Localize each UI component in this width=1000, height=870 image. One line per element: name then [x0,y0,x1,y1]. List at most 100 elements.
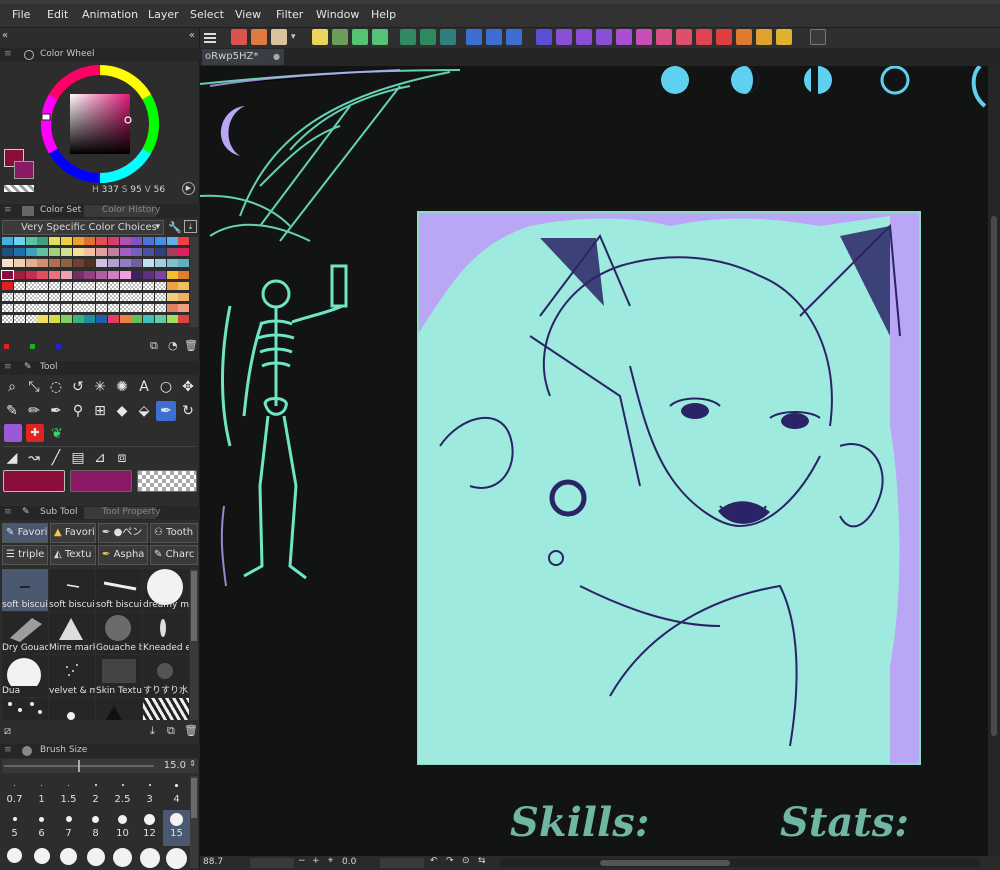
color-set-swatches[interactable] [1,237,190,327]
sub-tool-settings-icon[interactable]: ⧄ [4,724,11,738]
download-icon[interactable]: ⤓ [150,724,155,738]
color-swatch[interactable] [131,315,143,324]
color-swatch[interactable] [119,315,131,324]
brush-size-preset[interactable]: 2.5 [109,776,136,812]
brush-item[interactable]: Mirre mark [49,612,95,654]
brush-item[interactable]: velvet & m [49,655,95,697]
color-swatch[interactable] [166,248,178,257]
brush-size-preset[interactable] [82,846,109,866]
brush-size-slider[interactable]: 15.0 ⇕ [2,759,198,773]
brush-size-preset[interactable] [1,846,28,866]
play-icon[interactable]: ▶ [182,182,195,195]
color-swatch[interactable] [72,237,84,245]
color-swatch[interactable] [107,248,119,257]
zoom-tool-icon[interactable]: ⌕ [2,377,22,397]
new-file-icon[interactable] [231,29,247,45]
color-swatch[interactable] [119,237,131,245]
color-swatch[interactable] [143,281,154,290]
color-swatch[interactable] [119,248,131,257]
color-swatch[interactable] [131,304,143,313]
snap-special-icon[interactable] [440,29,456,45]
color-swatch[interactable] [154,248,166,257]
color-swatch[interactable] [25,237,37,245]
collapse-right-icon[interactable]: « [189,30,195,41]
menu-view[interactable]: View [235,8,261,21]
sub-tool-scrollbar[interactable] [190,569,198,720]
brush-item[interactable] [49,698,95,720]
color-swatch[interactable] [166,281,178,290]
selection-icon[interactable] [466,29,482,45]
copy-icon[interactable]: ⧉ [167,724,175,738]
color-swatch[interactable] [72,304,84,313]
close-icon[interactable]: ● [273,49,280,65]
color-swatch[interactable] [49,248,60,257]
zoom-in-icon[interactable] [576,29,592,45]
color-set-scrollbar[interactable] [190,237,198,327]
menu-edit[interactable]: Edit [47,8,68,21]
color-swatch[interactable] [2,293,13,301]
color-swatch[interactable] [131,237,143,245]
rotate-left-icon[interactable] [676,29,692,45]
color-history-tab[interactable]: Color History [102,205,160,215]
color-swatch[interactable] [25,293,37,301]
brush-size-preset[interactable] [109,846,136,867]
color-swatch[interactable] [72,293,84,301]
save-icon[interactable] [271,29,287,45]
color-swatch[interactable] [96,281,107,290]
menu-help[interactable]: Help [371,8,396,21]
menu-layer[interactable]: Layer [148,8,179,21]
reset-rotation-icon[interactable]: ⊙ [462,856,470,866]
trash-icon[interactable]: 🗑 [184,339,198,352]
color-swatch[interactable] [13,237,25,245]
color-swatch[interactable] [49,315,60,324]
color-swatch[interactable] [131,293,143,301]
color-swatch[interactable] [13,293,25,301]
chevron-down-icon[interactable]: ▾ [291,29,299,45]
flip-icon[interactable] [556,29,572,45]
brush-size-preset[interactable]: 10 [109,810,136,846]
color-swatch[interactable] [107,259,119,268]
color-swatch[interactable] [25,281,37,290]
color-swatch[interactable] [119,270,131,279]
fill-tool-icon[interactable]: ⬙ [134,401,154,421]
color-swatch[interactable] [166,270,178,279]
brush-size-preset[interactable]: 1 [28,776,55,812]
sub-tool-group[interactable]: ⚇ Tooth [150,523,198,543]
menu-animation[interactable]: Animation [82,8,138,21]
sub-color-swatch[interactable] [14,161,34,179]
color-swatch[interactable] [178,259,190,268]
color-swatch[interactable] [107,304,119,313]
menu-filter[interactable]: Filter [276,8,303,21]
color-swatch[interactable] [37,304,49,313]
sub-tool-group[interactable]: ✒ Aspha [98,545,148,565]
color-swatch[interactable] [96,304,107,313]
color-swatch[interactable] [119,259,131,268]
brush-item[interactable]: soft biscuit [96,569,142,611]
scroll-thumb[interactable] [991,216,997,736]
color-swatch[interactable] [37,315,49,324]
color-swatch[interactable] [143,304,154,313]
reset-rotation-icon[interactable] [716,29,732,45]
ruler-tool-icon[interactable]: ◢ [2,448,22,468]
rotate-right-icon[interactable]: ↷ [446,856,454,866]
brush-size-scrollbar[interactable] [190,776,198,868]
brush-item[interactable]: Kneaded e [143,612,189,654]
color-swatch[interactable] [60,248,72,257]
main-color-bar[interactable] [3,470,65,492]
add-color-icon[interactable]: ⧉ [150,339,158,353]
color-swatch[interactable] [13,281,25,290]
color-swatch[interactable] [96,259,107,268]
color-swatch[interactable] [60,259,72,268]
snap-ruler-icon[interactable] [400,29,416,45]
color-swatch[interactable] [13,315,25,324]
brush-size-preset[interactable]: 12 [136,810,163,846]
color-swatch[interactable] [13,248,25,257]
brush-size-preset[interactable] [163,846,190,869]
eraser-icon[interactable]: ◆ [112,401,132,421]
brush-size-preset[interactable] [55,846,82,866]
trash-icon[interactable]: 🗑 [184,724,198,737]
color-swatch[interactable] [107,315,119,324]
canvas-area[interactable]: Skills: Stats: [200,66,988,856]
color-swatch[interactable] [49,281,60,290]
color-swatch[interactable] [49,259,60,268]
